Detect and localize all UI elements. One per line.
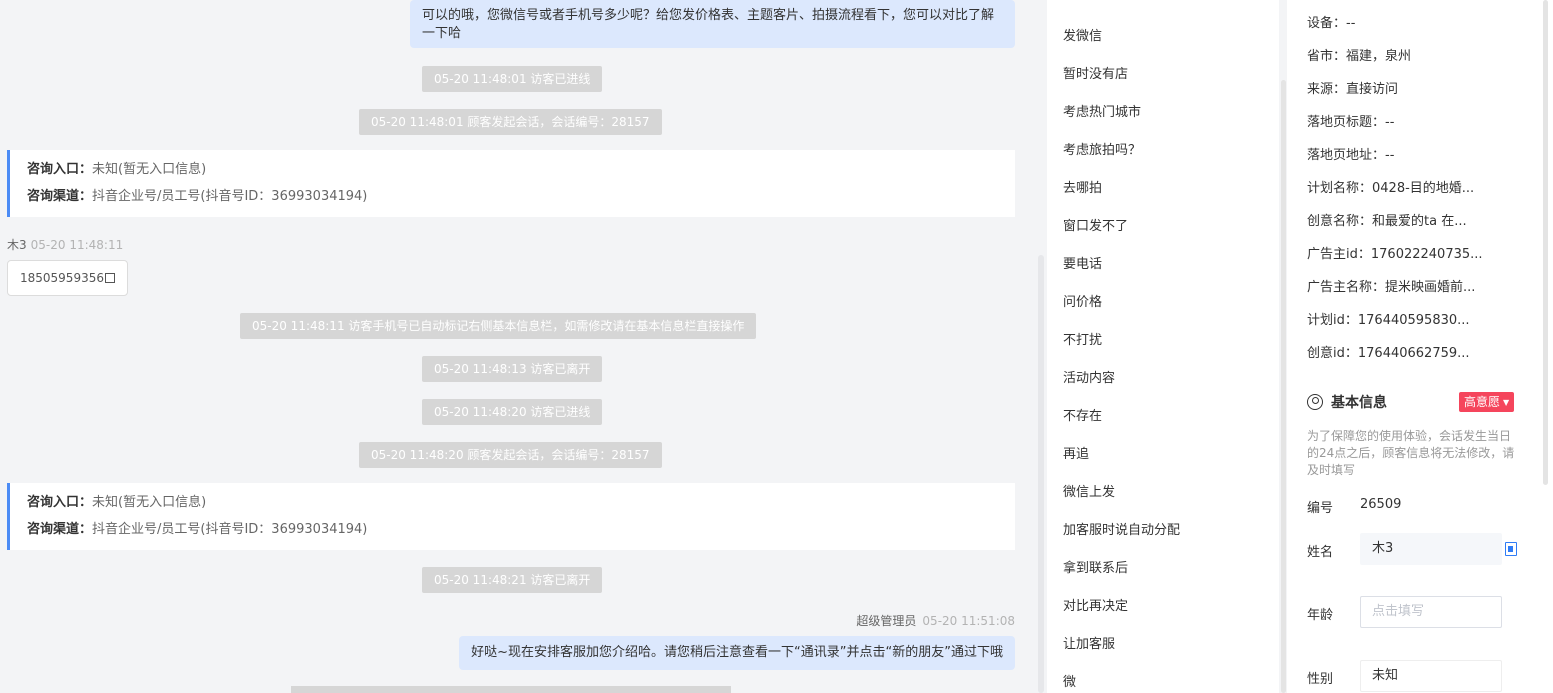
entry-label: 咨询入口： bbox=[27, 495, 93, 510]
gender-label: 性别 bbox=[1307, 672, 1334, 687]
quick-reply-item[interactable]: 考虑旅拍吗？ bbox=[1063, 139, 1141, 158]
intent-badge[interactable]: 高意愿 ▼ bbox=[1459, 392, 1515, 412]
detail-region: 省市：福建，泉州 bbox=[1307, 49, 1412, 64]
basic-info-heading: 基本信息 bbox=[1307, 392, 1387, 412]
visitor-meta: 木3 05-20 11:48:11 bbox=[7, 236, 123, 253]
name-field[interactable]: 木3 bbox=[1360, 533, 1502, 565]
agent-name: 超级管理员 bbox=[856, 614, 917, 628]
quick-reply-item[interactable]: 暂时没有店 bbox=[1063, 63, 1128, 82]
quick-reply-list[interactable]: 发微信 暂时没有店 考虑热门城市 考虑旅拍吗？ 去哪拍 窗口发不了 要电话 问价… bbox=[1047, 0, 1279, 693]
quick-reply-item[interactable]: 发微信 bbox=[1063, 25, 1102, 44]
quick-reply-item[interactable]: 对比再决定 bbox=[1063, 595, 1128, 614]
copy-icon[interactable] bbox=[104, 273, 115, 283]
visitor-time: 05-20 11:48:11 bbox=[30, 238, 124, 252]
id-value: 26509 bbox=[1360, 497, 1402, 512]
visitor-name: 木3 bbox=[7, 238, 27, 252]
visitor-phone: 18505959356 bbox=[20, 271, 104, 285]
entry-value: 未知(暂无入口信息) bbox=[92, 162, 207, 177]
id-label: 编号 bbox=[1307, 501, 1334, 516]
quick-reply-item[interactable]: 让加客服 bbox=[1063, 633, 1115, 652]
quick-reply-item[interactable]: 要电话 bbox=[1063, 253, 1102, 272]
detail-landing-url: 落地页地址：-- bbox=[1307, 148, 1395, 163]
chat-scrollbar[interactable] bbox=[1038, 255, 1044, 693]
age-field[interactable]: 点击填写 bbox=[1360, 596, 1502, 628]
agent-message-bubble: 可以的哦，您微信号或者手机号多少呢？给您发价格表、主题客片、拍摄流程看下，您可以… bbox=[410, 0, 1015, 48]
quick-reply-item[interactable]: 不存在 bbox=[1063, 405, 1102, 424]
consult-info-card: 咨询入口：未知(暂无入口信息) 咨询渠道：抖音企业号/员工号(抖音号ID：369… bbox=[7, 483, 1015, 550]
quick-reply-item[interactable]: 考虑热门城市 bbox=[1063, 101, 1141, 120]
system-event: 05-20 11:48:01 顾客发起会话，会话编号：28157 bbox=[359, 109, 662, 135]
panel-scrollbar[interactable] bbox=[1543, 0, 1548, 485]
system-event: 05-20 11:48:21 访客已离开 bbox=[422, 567, 603, 593]
detail-creative-name: 创意名称：和最爱的ta 在... bbox=[1307, 214, 1467, 229]
detail-plan-name: 计划名称：0428-目的地婚... bbox=[1307, 181, 1475, 196]
detail-landing-title: 落地页标题：-- bbox=[1307, 115, 1395, 130]
age-label: 年龄 bbox=[1307, 608, 1334, 623]
detail-creative-id: 创意id：176440662759... bbox=[1307, 346, 1470, 361]
detail-plan-id: 计划id：176440595830... bbox=[1307, 313, 1470, 328]
channel-label: 咨询渠道： bbox=[27, 189, 93, 204]
channel-value: 抖音企业号/员工号(抖音号ID：36993034194) bbox=[92, 522, 368, 537]
detail-device: 设备：-- bbox=[1307, 16, 1356, 31]
agent-meta: 超级管理员 05-20 11:51:08 bbox=[856, 612, 1015, 629]
channel-value: 抖音企业号/员工号(抖音号ID：36993034194) bbox=[92, 189, 368, 204]
quick-reply-item[interactable]: 拿到联系后 bbox=[1063, 557, 1128, 576]
quick-reply-item[interactable]: 微 bbox=[1063, 671, 1076, 690]
name-label: 姓名 bbox=[1307, 545, 1334, 560]
channel-label: 咨询渠道： bbox=[27, 522, 93, 537]
detail-advertiser-id: 广告主id：17602224073​5... bbox=[1307, 247, 1483, 262]
system-event: 05-20 11:48:11 访客手机号已自动标记右侧基本信息栏，如需修改请在基… bbox=[240, 313, 757, 339]
system-event: 05-20 11:48:20 顾客发起会话，会话编号：28157 bbox=[359, 442, 662, 468]
system-event: 05-20 11:48:01 访客已进线 bbox=[422, 66, 603, 92]
visitor-phone-bubble[interactable]: 18505959356 bbox=[7, 260, 128, 296]
chat-history[interactable]: 可以的哦，您微信号或者手机号多少呢？给您发价格表、主题客片、拍摄流程看下，您可以… bbox=[0, 0, 1030, 693]
system-event: 05-20 11:48:13 访客已离开 bbox=[422, 356, 603, 382]
quick-reply-item[interactable]: 去哪拍 bbox=[1063, 177, 1102, 196]
gender-field[interactable]: 未知 bbox=[1360, 660, 1502, 692]
quick-reply-scrollbar[interactable] bbox=[1281, 80, 1286, 693]
detail-advertiser-name: 广告主名称：提米映画婚前... bbox=[1307, 280, 1476, 295]
quick-reply-item[interactable]: 窗口发不了 bbox=[1063, 215, 1128, 234]
system-event-partial bbox=[291, 686, 731, 693]
agent-message-bubble: 好哒~现在安排客服加您介绍哈。请您稍后注意查看一下“通讯录”并点击“新的朋友”通… bbox=[459, 636, 1015, 670]
quick-reply-item[interactable]: 加客服时说自动分配 bbox=[1063, 519, 1180, 538]
quick-reply-item[interactable]: 问价格 bbox=[1063, 291, 1102, 310]
quick-reply-item[interactable]: 微信上发 bbox=[1063, 481, 1115, 500]
system-event: 05-20 11:48:20 访客已进线 bbox=[422, 399, 603, 425]
visitor-info-panel: 设备：-- 省市：福建，泉州 来源：直接访问 落地页标题：-- 落地页地址：--… bbox=[1287, 0, 1553, 693]
entry-label: 咨询入口： bbox=[27, 162, 93, 177]
edit-notice: 为了保障您的使用体验，会话发生当日的24点之后，顾客信息将无法修改，请及时填写 bbox=[1307, 429, 1515, 477]
quick-reply-item[interactable]: 不打扰 bbox=[1063, 329, 1102, 348]
user-circle-icon bbox=[1307, 394, 1323, 410]
caret-down-icon: ▼ bbox=[1503, 398, 1510, 407]
entry-value: 未知(暂无入口信息) bbox=[92, 495, 207, 510]
detail-source: 来源：直接访问 bbox=[1307, 82, 1399, 97]
consult-info-card: 咨询入口：未知(暂无入口信息) 咨询渠道：抖音企业号/员工号(抖音号ID：369… bbox=[7, 150, 1015, 217]
agent-time: 05-20 11:51:08 bbox=[922, 614, 1015, 628]
quick-reply-item[interactable]: 再追 bbox=[1063, 443, 1089, 462]
copy-icon[interactable] bbox=[1505, 542, 1517, 556]
quick-reply-item[interactable]: 活动内容 bbox=[1063, 367, 1115, 386]
